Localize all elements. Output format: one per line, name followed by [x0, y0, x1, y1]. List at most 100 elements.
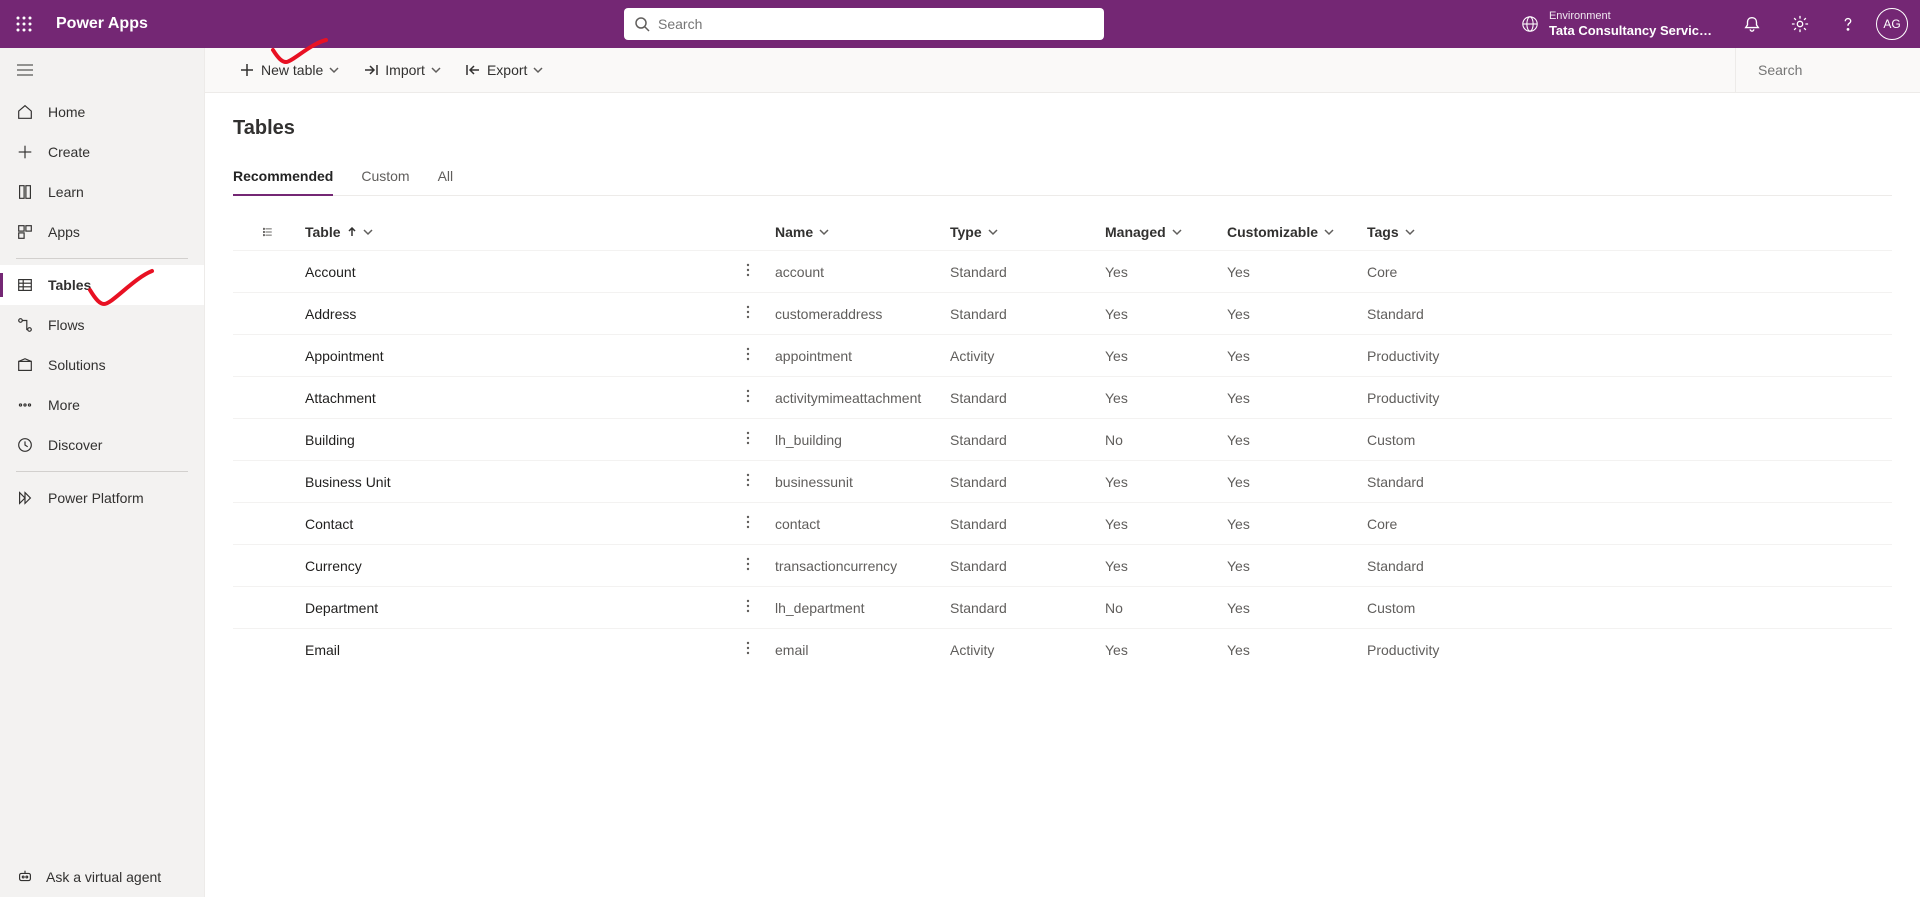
row-select[interactable]	[233, 587, 293, 629]
help-button[interactable]	[1824, 0, 1872, 48]
more-vertical-icon	[746, 515, 750, 529]
row-select[interactable]	[233, 545, 293, 587]
sidebar-item-learn[interactable]: Learn	[0, 172, 204, 212]
table-row[interactable]: AddresscustomeraddressStandardYesYesStan…	[233, 293, 1892, 335]
row-actions-button[interactable]	[733, 461, 763, 503]
table-row[interactable]: CurrencytransactioncurrencyStandardYesYe…	[233, 545, 1892, 587]
cell-customizable: Yes	[1215, 335, 1355, 377]
row-select[interactable]	[233, 335, 293, 377]
sidebar-item-discover[interactable]: Discover	[0, 425, 204, 465]
table-row[interactable]: Buildinglh_buildingStandardNoYesCustom	[233, 419, 1892, 461]
sidebar-item-more[interactable]: More	[0, 385, 204, 425]
table-search[interactable]	[1735, 48, 1920, 92]
cell-managed: Yes	[1093, 629, 1215, 671]
cell-display-name[interactable]: Currency	[293, 545, 733, 587]
sidebar-item-label: Learn	[48, 184, 84, 200]
cell-tags: Standard	[1355, 461, 1892, 503]
cell-type: Standard	[938, 293, 1093, 335]
row-select[interactable]	[233, 377, 293, 419]
cell-display-name[interactable]: Department	[293, 587, 733, 629]
import-button[interactable]: Import	[353, 56, 451, 84]
cell-display-name[interactable]: Email	[293, 629, 733, 671]
cell-display-name[interactable]: Account	[293, 251, 733, 293]
collapse-sidebar-button[interactable]	[0, 48, 204, 92]
settings-button[interactable]	[1776, 0, 1824, 48]
import-icon	[363, 62, 379, 78]
chevron-down-icon	[1405, 227, 1415, 237]
app-launcher-button[interactable]	[0, 0, 48, 48]
cell-display-name[interactable]: Business Unit	[293, 461, 733, 503]
export-icon	[465, 62, 481, 78]
row-actions-button[interactable]	[733, 251, 763, 293]
ask-virtual-agent-button[interactable]: Ask a virtual agent	[0, 857, 204, 897]
tab-custom[interactable]: Custom	[361, 162, 409, 196]
cell-managed: Yes	[1093, 503, 1215, 545]
select-all-column[interactable]	[233, 214, 293, 251]
table-row[interactable]: EmailemailActivityYesYesProductivity	[233, 629, 1892, 671]
row-select[interactable]	[233, 503, 293, 545]
row-actions-button[interactable]	[733, 503, 763, 545]
row-actions-button[interactable]	[733, 587, 763, 629]
cell-display-name[interactable]: Address	[293, 293, 733, 335]
table-row[interactable]: ContactcontactStandardYesYesCore	[233, 503, 1892, 545]
row-actions-button[interactable]	[733, 377, 763, 419]
column-header-table[interactable]: Table	[293, 214, 733, 251]
row-select[interactable]	[233, 629, 293, 671]
cell-name: email	[763, 629, 938, 671]
row-select[interactable]	[233, 419, 293, 461]
sidebar-item-apps[interactable]: Apps	[0, 212, 204, 252]
cell-type: Activity	[938, 335, 1093, 377]
cell-name: lh_building	[763, 419, 938, 461]
row-select[interactable]	[233, 251, 293, 293]
new-table-button[interactable]: New table	[229, 56, 349, 84]
cell-managed: No	[1093, 419, 1215, 461]
table-search-input[interactable]	[1758, 62, 1920, 78]
user-avatar[interactable]: AG	[1876, 8, 1908, 40]
row-actions-button[interactable]	[733, 419, 763, 461]
table-row[interactable]: Business UnitbusinessunitStandardYesYesS…	[233, 461, 1892, 503]
column-header-tags[interactable]: Tags	[1355, 214, 1892, 251]
cell-display-name[interactable]: Appointment	[293, 335, 733, 377]
sidebar-item-tables[interactable]: Tables	[0, 265, 204, 305]
sidebar-item-home[interactable]: Home	[0, 92, 204, 132]
row-actions-button[interactable]	[733, 335, 763, 377]
cell-customizable: Yes	[1215, 587, 1355, 629]
table-row[interactable]: AccountaccountStandardYesYesCore	[233, 251, 1892, 293]
cell-tags: Core	[1355, 251, 1892, 293]
row-actions-button[interactable]	[733, 545, 763, 587]
table-row[interactable]: AttachmentactivitymimeattachmentStandard…	[233, 377, 1892, 419]
environment-name: Tata Consultancy Servic…	[1549, 23, 1712, 39]
row-actions-button[interactable]	[733, 629, 763, 671]
tab-all[interactable]: All	[438, 162, 454, 196]
sidebar-item-create[interactable]: Create	[0, 132, 204, 172]
sidebar-item-flows[interactable]: Flows	[0, 305, 204, 345]
global-search[interactable]	[624, 8, 1104, 40]
sidebar-item-label: Solutions	[48, 357, 106, 373]
cell-display-name[interactable]: Attachment	[293, 377, 733, 419]
global-search-input[interactable]	[658, 16, 1094, 32]
export-button[interactable]: Export	[455, 56, 553, 84]
row-actions-button[interactable]	[733, 293, 763, 335]
cell-display-name[interactable]: Contact	[293, 503, 733, 545]
sidebar-item-power-platform[interactable]: Power Platform	[0, 478, 204, 518]
table-row[interactable]: AppointmentappointmentActivityYesYesProd…	[233, 335, 1892, 377]
search-icon	[634, 16, 650, 32]
table-row[interactable]: Departmentlh_departmentStandardNoYesCust…	[233, 587, 1892, 629]
cell-type: Standard	[938, 545, 1093, 587]
notifications-button[interactable]	[1728, 0, 1776, 48]
question-icon	[1839, 15, 1857, 33]
column-header-customizable[interactable]: Customizable	[1215, 214, 1355, 251]
tab-recommended[interactable]: Recommended	[233, 162, 333, 196]
sidebar-item-solutions[interactable]: Solutions	[0, 345, 204, 385]
column-header-managed[interactable]: Managed	[1093, 214, 1215, 251]
row-select[interactable]	[233, 293, 293, 335]
environment-picker[interactable]: Environment Tata Consultancy Servic…	[1505, 10, 1728, 39]
column-header-name[interactable]: Name	[763, 214, 938, 251]
cell-display-name[interactable]: Building	[293, 419, 733, 461]
row-select[interactable]	[233, 461, 293, 503]
cmd-label: New table	[261, 62, 323, 78]
cell-managed: Yes	[1093, 251, 1215, 293]
column-header-type[interactable]: Type	[938, 214, 1093, 251]
top-header: Power Apps Environment Tata Consultancy …	[0, 0, 1920, 48]
plus-icon	[239, 62, 255, 78]
